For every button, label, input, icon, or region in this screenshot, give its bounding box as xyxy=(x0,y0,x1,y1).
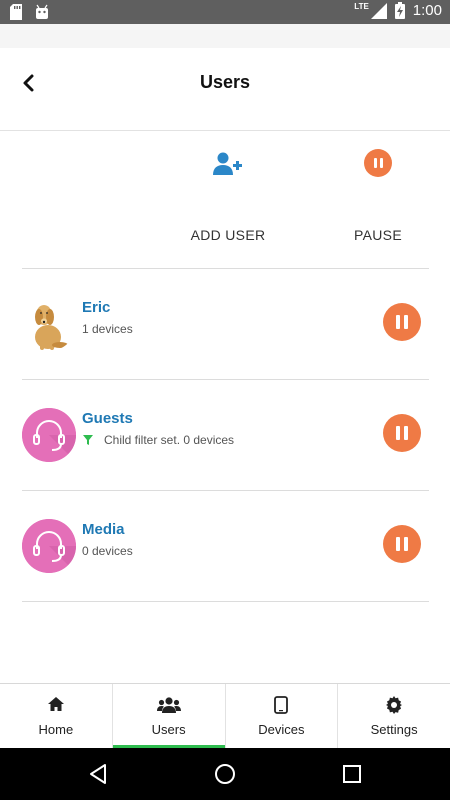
user-devices: Child filter set. 0 devices xyxy=(82,433,234,447)
status-time: 1:00 xyxy=(412,2,442,19)
nav-label-devices: Devices xyxy=(258,722,305,737)
pause-label: PAUSE xyxy=(354,227,402,243)
pause-icon xyxy=(396,537,408,551)
home-icon xyxy=(47,697,64,711)
pause-all-button[interactable]: PAUSE xyxy=(308,131,448,268)
nav-label-home: Home xyxy=(38,722,74,737)
sd-card-icon xyxy=(10,4,22,20)
tablet-icon xyxy=(274,696,289,714)
back-triangle-icon[interactable] xyxy=(86,762,110,786)
user-name: Media xyxy=(82,521,125,538)
add-user-label: ADD USER xyxy=(190,227,266,243)
user-devices: 1 devices xyxy=(82,322,133,336)
add-user-icon xyxy=(213,152,242,175)
user-name: Eric xyxy=(82,299,111,316)
pause-user-button[interactable] xyxy=(383,303,421,341)
list-item[interactable]: Media 0 devices xyxy=(22,491,429,601)
dog-photo xyxy=(35,305,68,350)
headset-avatar-icon xyxy=(22,519,76,573)
user-subtitle: 0 devices xyxy=(82,544,133,558)
list-item[interactable]: Eric 1 devices xyxy=(22,269,429,379)
nav-item-home[interactable]: Home xyxy=(0,684,113,748)
user-list: Eric 1 devices Guests Child filter set. … xyxy=(22,268,429,602)
gear-icon xyxy=(386,696,403,714)
nav-item-users[interactable]: Users xyxy=(112,684,226,748)
signal-icon xyxy=(370,2,387,19)
add-user-button[interactable]: ADD USER xyxy=(158,131,298,268)
nav-label-users: Users xyxy=(151,722,186,737)
recents-square-icon[interactable] xyxy=(340,762,364,786)
home-circle-icon[interactable] xyxy=(213,762,237,786)
pause-user-button[interactable] xyxy=(383,414,421,452)
pause-user-button[interactable] xyxy=(383,525,421,563)
pause-icon xyxy=(396,426,408,440)
pause-icon xyxy=(364,149,392,177)
nav-label-settings: Settings xyxy=(370,722,418,737)
network-type: LTE xyxy=(354,2,369,11)
top-spacer xyxy=(0,24,450,48)
user-name: Guests xyxy=(82,410,133,427)
app-bar: Users xyxy=(0,48,450,131)
user-subtitle: Child filter set. 0 devices xyxy=(104,433,235,447)
user-subtitle: 1 devices xyxy=(82,322,133,336)
page-title: Users xyxy=(199,72,251,92)
list-divider xyxy=(22,601,429,602)
android-icon xyxy=(36,4,48,19)
nav-item-devices[interactable]: Devices xyxy=(226,684,339,748)
status-bar: LTE 1:00 xyxy=(0,0,450,24)
pause-icon xyxy=(396,315,408,329)
filter-icon xyxy=(83,435,93,445)
user-devices: 0 devices xyxy=(82,544,133,558)
system-nav-bar xyxy=(0,748,450,800)
list-item[interactable]: Guests Child filter set. 0 devices xyxy=(22,380,429,490)
battery-charging-icon xyxy=(394,2,405,19)
user-actions: ADD USER PAUSE xyxy=(0,131,450,268)
headset-avatar-icon xyxy=(22,408,76,462)
users-icon xyxy=(156,697,181,713)
nav-item-settings[interactable]: Settings xyxy=(338,684,450,748)
bottom-nav: Home Users Devices Settings xyxy=(0,683,450,748)
